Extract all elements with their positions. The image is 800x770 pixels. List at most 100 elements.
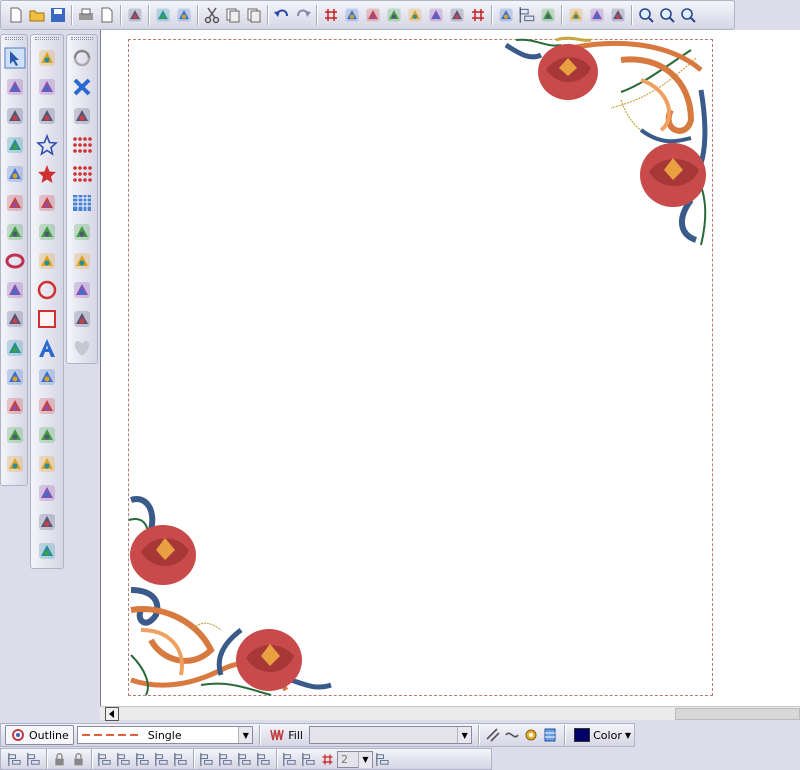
star-red-icon[interactable] — [31, 159, 63, 188]
stitch-icon[interactable] — [383, 4, 404, 26]
copy-icon[interactable] — [222, 4, 243, 26]
letter-a-icon[interactable] — [31, 333, 63, 362]
multi-color-icon[interactable] — [1, 449, 29, 478]
ring-icon[interactable] — [1, 246, 29, 275]
align-top-icon[interactable] — [95, 748, 114, 770]
embroidery-design[interactable] — [101, 30, 800, 706]
scroll-left-button[interactable] — [105, 707, 119, 721]
undo-icon[interactable] — [271, 4, 292, 26]
redo-icon[interactable] — [292, 4, 313, 26]
dots-red-2-icon[interactable] — [67, 159, 97, 188]
ladder-icon[interactable] — [31, 246, 63, 275]
square-gray-icon[interactable] — [1, 217, 29, 246]
flower-badge-icon[interactable] — [31, 391, 63, 420]
align-middle-icon[interactable] — [114, 748, 133, 770]
calendar-grid-icon[interactable] — [67, 188, 97, 217]
cycle-icon[interactable] — [67, 43, 97, 72]
monogram-icon[interactable] — [31, 362, 63, 391]
triangle-gray-icon[interactable] — [1, 333, 29, 362]
cluster-icon[interactable] — [1, 362, 29, 391]
hand-icon[interactable] — [31, 449, 63, 478]
corner-motif-top-right[interactable] — [504, 36, 708, 246]
lock-icon[interactable] — [50, 748, 69, 770]
cross-stitch-icon[interactable] — [31, 507, 63, 536]
stitch-angle-icon[interactable] — [485, 727, 501, 743]
outline-button[interactable]: Outline — [5, 725, 74, 745]
zoom-fit-icon[interactable] — [677, 4, 698, 26]
gears-icon[interactable] — [1, 420, 29, 449]
color-button[interactable]: Color ▼ — [571, 725, 634, 745]
gear-blue-icon[interactable] — [67, 101, 97, 130]
rotate-icon[interactable] — [280, 748, 299, 770]
flip-icon[interactable] — [299, 748, 318, 770]
cut-icon[interactable] — [201, 4, 222, 26]
new-icon[interactable] — [5, 4, 26, 26]
design-canvas[interactable] — [100, 30, 800, 706]
print-preview-icon[interactable] — [96, 4, 117, 26]
chevron-down-icon[interactable]: ▼ — [238, 727, 253, 743]
hoop-icon[interactable] — [341, 4, 362, 26]
sequence-icon[interactable] — [537, 4, 558, 26]
fish-icon[interactable] — [31, 420, 63, 449]
zoom-in-icon[interactable] — [635, 4, 656, 26]
line-style-select[interactable]: Single ▼ — [76, 726, 254, 744]
zoom-1to1-icon[interactable] — [656, 4, 677, 26]
spacing-spinner[interactable]: 2 ▼ — [337, 750, 373, 768]
heart-icon[interactable] — [67, 333, 97, 362]
scroll-thumb[interactable] — [675, 708, 800, 720]
toolbar-grip[interactable] — [35, 37, 59, 40]
bug-icon[interactable] — [31, 101, 63, 130]
color-icon[interactable] — [404, 4, 425, 26]
chevron-down-icon[interactable]: ▼ — [457, 727, 472, 743]
save-icon[interactable] — [47, 4, 68, 26]
corner-motif-bottom-left[interactable] — [128, 496, 332, 696]
align-left-icon[interactable] — [5, 748, 24, 770]
slide-show-icon[interactable] — [565, 4, 586, 26]
arrow-shape-icon[interactable] — [1, 159, 29, 188]
fill-button[interactable]: Fill — [266, 725, 306, 745]
chevron-down-icon[interactable]: ▼ — [358, 751, 372, 768]
toolbar-grip[interactable] — [5, 37, 23, 40]
wave-line-icon[interactable] — [31, 188, 63, 217]
space-h-icon[interactable] — [254, 748, 273, 770]
hatch-icon[interactable] — [425, 4, 446, 26]
unlock-icon[interactable] — [69, 748, 88, 770]
export-icon[interactable] — [173, 4, 194, 26]
star-outline-icon[interactable] — [31, 130, 63, 159]
thread-icon[interactable] — [542, 727, 558, 743]
needle-thread-icon[interactable] — [67, 275, 97, 304]
circle-red-icon[interactable] — [31, 275, 63, 304]
gear-icon[interactable] — [523, 727, 539, 743]
pinwheel-icon[interactable] — [607, 4, 628, 26]
distribute-icon[interactable] — [152, 748, 171, 770]
square-red-icon[interactable] — [31, 304, 63, 333]
gray-circle-icon[interactable] — [67, 304, 97, 333]
align-center-icon[interactable] — [516, 4, 537, 26]
spacing-icon[interactable] — [373, 748, 392, 770]
frame-icon[interactable] — [31, 478, 63, 507]
feather-icon[interactable] — [31, 72, 63, 101]
center-icon[interactable] — [216, 748, 235, 770]
align-v-icon[interactable] — [171, 748, 190, 770]
zigzag-icon[interactable] — [31, 217, 63, 246]
flower-icon[interactable] — [362, 4, 383, 26]
horizontal-scrollbar[interactable] — [100, 706, 800, 721]
align-h-icon[interactable] — [197, 748, 216, 770]
needle-icon[interactable] — [446, 4, 467, 26]
square-gradient-icon[interactable] — [1, 391, 29, 420]
align-bottom-icon[interactable] — [133, 748, 152, 770]
pin-icon[interactable] — [586, 4, 607, 26]
select-icon[interactable] — [1, 43, 29, 72]
import-icon[interactable] — [152, 4, 173, 26]
layers-icon[interactable] — [495, 4, 516, 26]
leaf-icon[interactable] — [67, 246, 97, 275]
space-v-icon[interactable] — [235, 748, 254, 770]
toolbar-grip[interactable] — [71, 37, 93, 40]
curve-icon[interactable] — [1, 188, 29, 217]
open-icon[interactable] — [26, 4, 47, 26]
swirl-icon[interactable] — [31, 43, 63, 72]
stitch-grid-icon[interactable] — [467, 4, 488, 26]
align-icon-2[interactable] — [24, 748, 43, 770]
lace-icon[interactable] — [67, 217, 97, 246]
pattern-icon[interactable] — [504, 727, 520, 743]
